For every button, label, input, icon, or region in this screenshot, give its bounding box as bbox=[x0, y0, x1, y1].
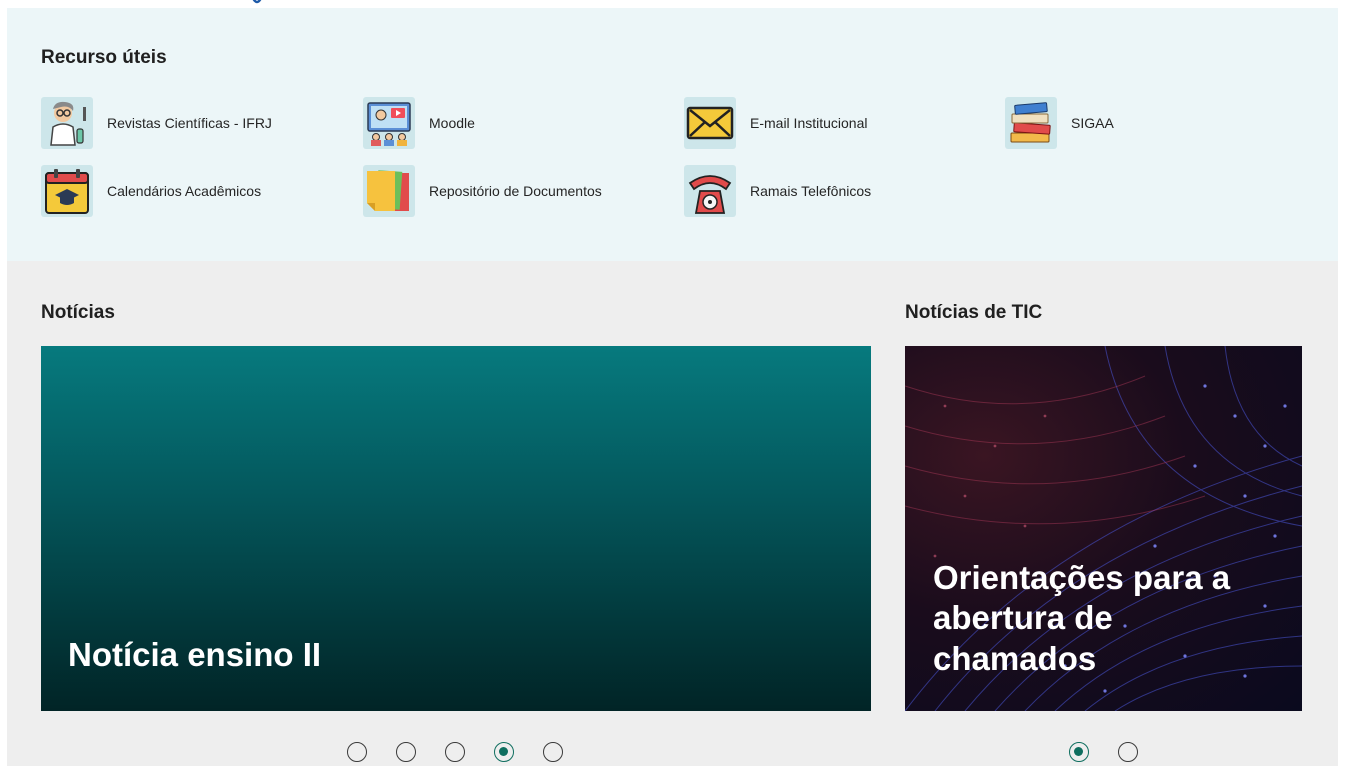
resource-label: Moodle bbox=[429, 115, 475, 131]
scientist-icon bbox=[41, 97, 93, 149]
carousel-dot-5[interactable] bbox=[543, 742, 563, 762]
books-icon bbox=[1005, 97, 1057, 149]
carousel-dot-1[interactable] bbox=[347, 742, 367, 762]
resource-moodle[interactable]: Moodle bbox=[363, 97, 475, 149]
page: Recurso úteis Revistas Científicas - IFR… bbox=[0, 0, 1345, 766]
tic-news-carousel-slide[interactable]: Orientações para a abertura de chamados bbox=[905, 346, 1302, 711]
resource-label: SIGAA bbox=[1071, 115, 1114, 131]
carousel-dot-2[interactable] bbox=[396, 742, 416, 762]
resource-label: Revistas Científicas - IFRJ bbox=[107, 115, 272, 131]
resources-section: Recurso úteis Revistas Científicas - IFR… bbox=[7, 8, 1338, 261]
tic-news-carousel-indicators bbox=[1069, 742, 1138, 762]
tic-news-section-title: Notícias de TIC bbox=[905, 302, 1043, 323]
envelope-icon bbox=[684, 97, 736, 149]
documents-icon bbox=[363, 165, 415, 217]
resource-repositorio[interactable]: Repositório de Documentos bbox=[363, 165, 602, 217]
resource-label: Ramais Telefônicos bbox=[750, 183, 872, 199]
resource-label: Calendários Acadêmicos bbox=[107, 183, 262, 199]
online-class-icon bbox=[363, 97, 415, 149]
resource-ramais[interactable]: Ramais Telefônicos bbox=[684, 165, 871, 217]
header-fragment bbox=[252, 0, 262, 4]
telephone-icon bbox=[684, 165, 736, 217]
resources-title: Recurso úteis bbox=[41, 47, 167, 68]
carousel-dot-4[interactable] bbox=[494, 742, 514, 762]
resource-email[interactable]: E-mail Institucional bbox=[684, 97, 868, 149]
resource-calendarios[interactable]: Calendários Acadêmicos bbox=[41, 165, 261, 217]
tic-carousel-dot-1[interactable] bbox=[1069, 742, 1089, 762]
news-carousel-slide[interactable]: Notícia ensino II bbox=[41, 346, 871, 711]
news-section-title: Notícias bbox=[41, 302, 115, 323]
resource-label: Repositório de Documentos bbox=[429, 183, 602, 199]
resource-sigaa[interactable]: SIGAA bbox=[1005, 97, 1114, 149]
resource-revistas[interactable]: Revistas Científicas - IFRJ bbox=[41, 97, 272, 149]
carousel-dot-3[interactable] bbox=[445, 742, 465, 762]
news-carousel-indicators bbox=[347, 742, 563, 762]
calendar-graduation-icon bbox=[41, 165, 93, 217]
resource-label: E-mail Institucional bbox=[750, 115, 868, 131]
news-headline: Notícia ensino II bbox=[68, 636, 322, 673]
tic-news-headline: Orientações para a abertura de chamados bbox=[933, 559, 1231, 677]
tic-carousel-dot-2[interactable] bbox=[1118, 742, 1138, 762]
content-area: Recurso úteis Revistas Científicas - IFR… bbox=[7, 8, 1338, 766]
